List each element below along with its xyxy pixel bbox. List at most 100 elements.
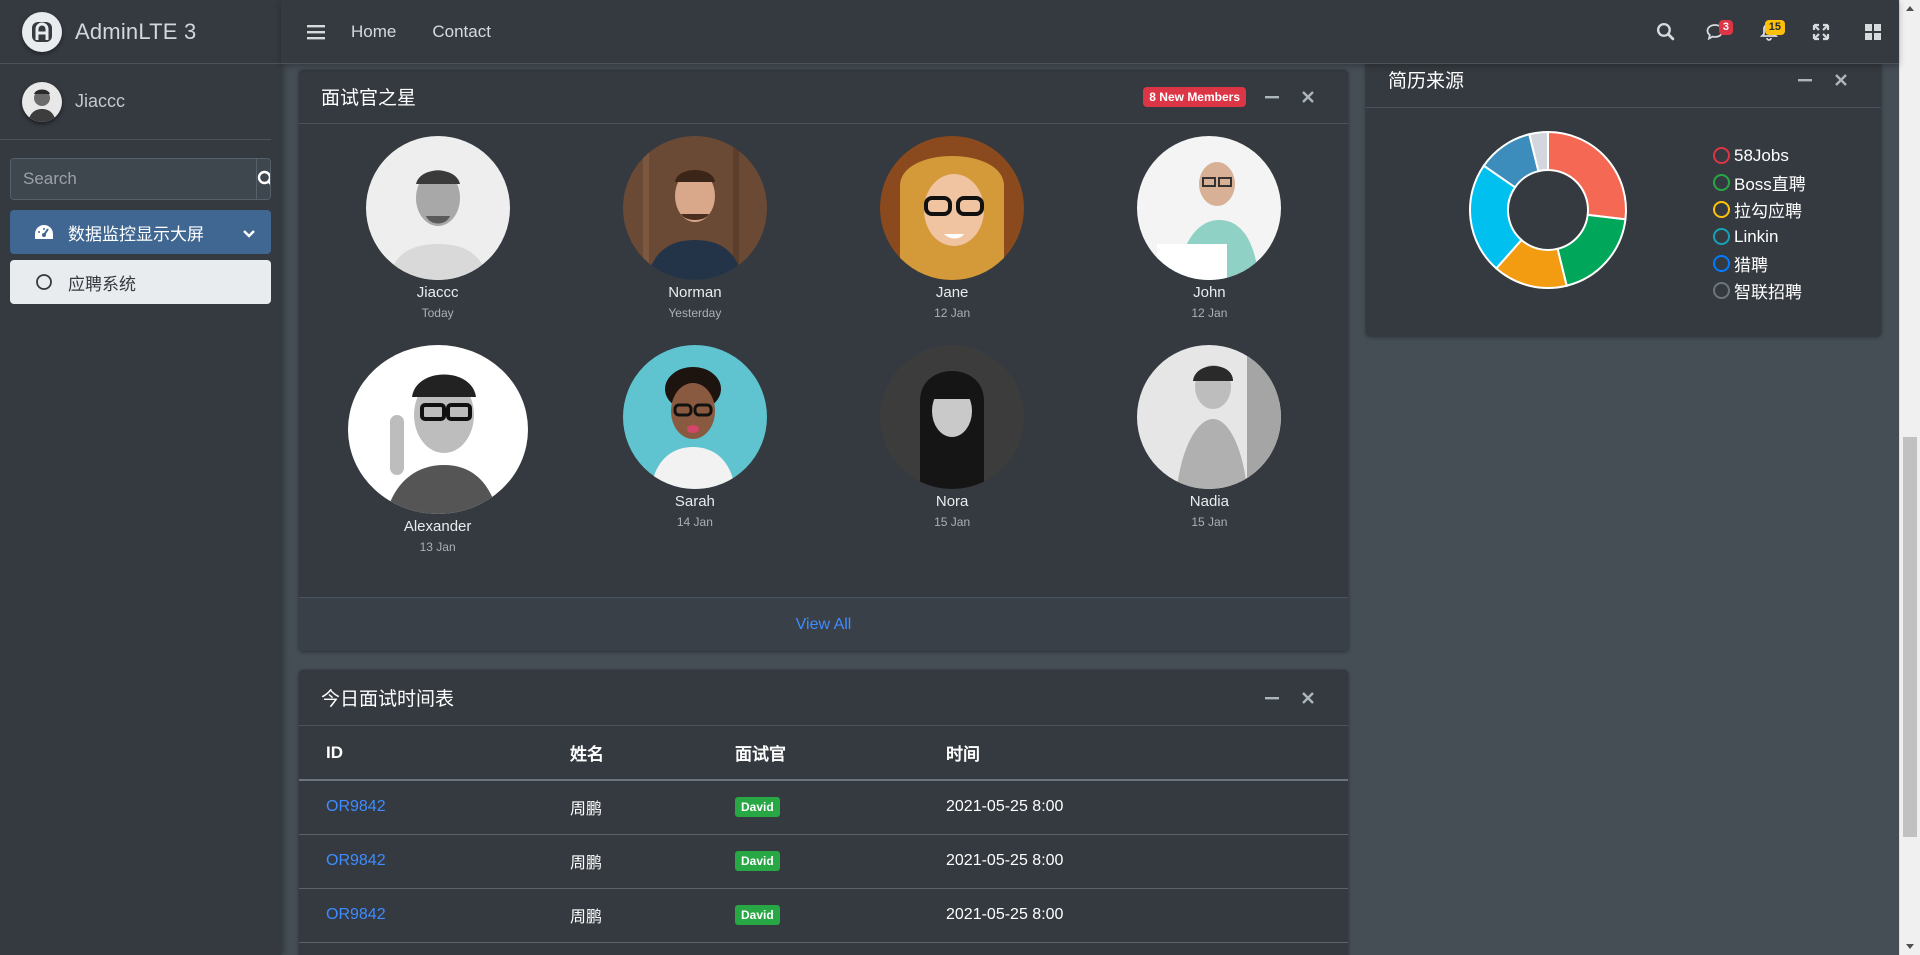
search-button[interactable] bbox=[256, 159, 270, 199]
member-photo bbox=[880, 136, 1025, 280]
member-date: 15 Jan bbox=[1191, 515, 1228, 529]
card-title: 今日面试时间表 bbox=[321, 689, 455, 710]
order-id-link[interactable]: OR9842 bbox=[326, 852, 386, 869]
interviewer-badge: David bbox=[735, 851, 780, 871]
legend-circle-icon bbox=[1713, 282, 1730, 299]
candidate-name: 周鹏 bbox=[543, 780, 708, 835]
legend-circle-icon bbox=[1713, 174, 1730, 191]
donut-chart bbox=[1469, 130, 1627, 289]
member-name: Jiaccc bbox=[416, 284, 459, 301]
legend-label: 58Jobs bbox=[1734, 145, 1789, 165]
interview-time: 2021-05-25 8:00 bbox=[919, 888, 1348, 943]
legend-item[interactable]: Boss直聘 bbox=[1713, 169, 1806, 196]
card-title: 面试官之星 bbox=[321, 88, 417, 109]
member-date: Yesterday bbox=[668, 306, 722, 320]
legend-circle-icon bbox=[1713, 147, 1730, 164]
sidebar-item-dashboard[interactable]: 数据监控显示大屏 bbox=[10, 210, 271, 254]
sidebar-item-recruitment[interactable]: 应聘系统 bbox=[10, 260, 271, 304]
close-icon bbox=[1302, 691, 1314, 704]
close-icon bbox=[1302, 90, 1314, 103]
member-name: John bbox=[1193, 284, 1226, 301]
view-all-link[interactable]: View All bbox=[796, 616, 852, 634]
remove-button[interactable] bbox=[1823, 65, 1859, 95]
members-list: Jiaccc Today Norman Yesterday Jane 12 Ja… bbox=[299, 124, 1348, 554]
column-header: 姓名 bbox=[543, 726, 708, 781]
menu-toggle-button[interactable] bbox=[281, 0, 351, 64]
main-sidebar: AdminLTE 3 Jiaccc 数据监控显示大屏 应聘系统 bbox=[0, 0, 281, 955]
messages-button[interactable]: 3 bbox=[1691, 0, 1743, 64]
member-name: Nora bbox=[935, 493, 969, 510]
member-photo bbox=[880, 345, 1025, 489]
order-id-link[interactable]: OR9842 bbox=[326, 906, 386, 923]
sidebar-search bbox=[10, 158, 271, 200]
fullscreen-button[interactable] bbox=[1795, 0, 1847, 64]
messages-count-badge: 3 bbox=[1718, 19, 1733, 35]
notifications-count-badge: 15 bbox=[1764, 19, 1785, 35]
member-name: Nadia bbox=[1189, 493, 1229, 510]
user-name: Jiaccc bbox=[75, 91, 126, 111]
legend-label: 猎聘 bbox=[1734, 256, 1768, 275]
member-item[interactable]: John 12 Jan bbox=[1081, 136, 1338, 345]
legend-item[interactable]: 智联招聘 bbox=[1713, 277, 1806, 304]
donut-slice-0[interactable] bbox=[1547, 130, 1627, 221]
member-date: 12 Jan bbox=[934, 306, 971, 320]
legend-item[interactable]: 猎聘 bbox=[1713, 250, 1806, 277]
interviewer-badge: David bbox=[735, 905, 780, 925]
schedule-card: 今日面试时间表 ID 姓名 面试官 时间 OR9842 周鹏 David 202… bbox=[299, 670, 1348, 955]
sidebar-item-label: 应聘系统 bbox=[68, 274, 136, 294]
scroll-up-arrow-icon[interactable] bbox=[1906, 6, 1914, 11]
remove-button[interactable] bbox=[1290, 82, 1326, 112]
member-item[interactable]: Nora 15 Jan bbox=[824, 345, 1081, 554]
nav-contact-link[interactable]: Contact bbox=[432, 22, 491, 42]
remove-button[interactable] bbox=[1290, 683, 1326, 713]
new-members-badge: 8 New Members bbox=[1143, 86, 1246, 107]
card-header: 面试官之星 8 New Members bbox=[299, 70, 1348, 124]
scroll-down-arrow-icon[interactable] bbox=[1906, 944, 1914, 949]
search-icon bbox=[257, 170, 270, 185]
legend-item[interactable]: Linkin bbox=[1713, 223, 1806, 250]
navbar-search-button[interactable] bbox=[1639, 0, 1691, 64]
table-header-row: ID 姓名 面试官 时间 bbox=[299, 726, 1348, 781]
nav-home-link[interactable]: Home bbox=[351, 22, 396, 42]
legend-label: Linkin bbox=[1734, 226, 1779, 246]
member-item[interactable]: Sarah 14 Jan bbox=[566, 345, 823, 554]
collapse-button[interactable] bbox=[1254, 82, 1290, 112]
notifications-button[interactable]: 15 bbox=[1743, 0, 1795, 64]
user-panel[interactable]: Jiaccc bbox=[0, 64, 271, 140]
minus-icon bbox=[1265, 95, 1279, 98]
control-sidebar-button[interactable] bbox=[1847, 0, 1899, 64]
member-photo bbox=[622, 136, 767, 280]
member-photo bbox=[1137, 136, 1282, 280]
member-date: 14 Jan bbox=[676, 515, 713, 529]
adminlte-logo-icon bbox=[22, 11, 62, 52]
minus-icon bbox=[1798, 78, 1812, 81]
order-id-link[interactable]: OR9842 bbox=[326, 798, 386, 815]
donut-slice-1[interactable] bbox=[1556, 213, 1627, 287]
minus-icon bbox=[1265, 696, 1279, 699]
member-photo bbox=[347, 345, 528, 514]
search-input[interactable] bbox=[11, 159, 256, 199]
dashboard-gauge-icon bbox=[32, 220, 56, 244]
member-item[interactable]: Jiaccc Today bbox=[309, 136, 566, 345]
brand-link[interactable]: AdminLTE 3 bbox=[0, 0, 281, 64]
scrollbar-thumb[interactable] bbox=[1903, 437, 1917, 837]
avatar bbox=[22, 81, 62, 122]
member-item[interactable]: Jane 12 Jan bbox=[824, 136, 1081, 345]
close-icon bbox=[1835, 73, 1847, 86]
page-scrollbar[interactable] bbox=[1899, 0, 1920, 955]
legend-item[interactable]: 58Jobs bbox=[1713, 142, 1806, 169]
table-row: OR9842 周鹏 David 2021-05-25 8:00 bbox=[299, 888, 1348, 943]
member-name: Alexander bbox=[403, 518, 472, 535]
collapse-button[interactable] bbox=[1254, 683, 1290, 713]
collapse-button[interactable] bbox=[1787, 65, 1823, 95]
member-item[interactable]: Norman Yesterday bbox=[566, 136, 823, 345]
interview-time: 2021-05-25 8:00 bbox=[919, 780, 1348, 835]
brand-title: AdminLTE 3 bbox=[75, 18, 197, 44]
legend-item[interactable]: 拉勾应聘 bbox=[1713, 196, 1806, 223]
member-item[interactable]: Alexander 13 Jan bbox=[309, 345, 566, 554]
legend-label: 智联招聘 bbox=[1734, 283, 1802, 302]
member-photo bbox=[622, 345, 767, 489]
member-date: 13 Jan bbox=[419, 540, 456, 554]
legend-circle-icon bbox=[1713, 255, 1730, 272]
member-item[interactable]: Nadia 15 Jan bbox=[1081, 345, 1338, 554]
